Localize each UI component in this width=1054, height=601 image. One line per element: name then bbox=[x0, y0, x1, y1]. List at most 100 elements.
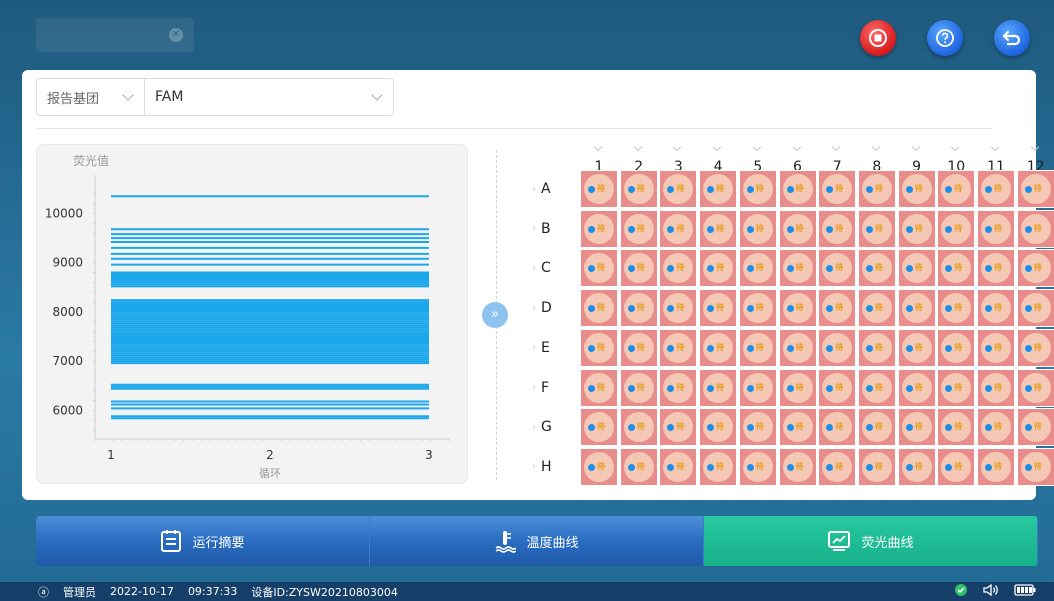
well[interactable]: 待 bbox=[699, 249, 738, 288]
well[interactable]: 待 bbox=[1016, 368, 1054, 407]
well[interactable]: 待 bbox=[857, 289, 896, 328]
row-header[interactable]: › A bbox=[532, 170, 572, 208]
expand-toggle-icon[interactable]: » bbox=[482, 302, 508, 328]
well[interactable]: 待 bbox=[659, 249, 698, 288]
well[interactable]: 待 bbox=[619, 170, 658, 208]
well[interactable]: 待 bbox=[1016, 209, 1054, 248]
well[interactable]: 待 bbox=[818, 170, 857, 208]
well[interactable]: 待 bbox=[1016, 249, 1054, 288]
well[interactable]: 待 bbox=[580, 408, 618, 447]
well[interactable]: 待 bbox=[897, 209, 936, 248]
well[interactable]: 待 bbox=[778, 289, 817, 328]
well[interactable]: 待 bbox=[580, 328, 618, 367]
well[interactable]: 待 bbox=[738, 289, 777, 328]
well[interactable]: 待 bbox=[937, 249, 976, 288]
row-header[interactable]: › C bbox=[532, 249, 572, 287]
well[interactable]: 待 bbox=[580, 447, 618, 486]
well[interactable]: 待 bbox=[619, 408, 658, 447]
well[interactable]: 待 bbox=[857, 328, 896, 367]
reporter-group-dropdown[interactable]: 报告基团 bbox=[37, 79, 145, 115]
well[interactable]: 待 bbox=[897, 170, 936, 208]
well[interactable]: 待 bbox=[1016, 447, 1054, 486]
tab-run-summary[interactable]: 运行摘要 bbox=[36, 516, 370, 566]
row-header[interactable]: › F bbox=[532, 369, 572, 407]
well[interactable]: 待 bbox=[778, 249, 817, 288]
row-header[interactable]: › E bbox=[532, 329, 572, 367]
well[interactable]: 待 bbox=[699, 368, 738, 407]
well[interactable]: 待 bbox=[977, 249, 1015, 288]
well[interactable]: 待 bbox=[897, 408, 936, 447]
well[interactable]: 待 bbox=[659, 289, 698, 328]
well[interactable]: 待 bbox=[897, 368, 936, 407]
tab-fluorescence-curve[interactable]: 荧光曲线 bbox=[704, 516, 1038, 566]
well[interactable]: 待 bbox=[738, 368, 777, 407]
well[interactable]: 待 bbox=[937, 209, 976, 248]
well[interactable]: 待 bbox=[580, 289, 618, 328]
well[interactable]: 待 bbox=[937, 408, 976, 447]
row-header[interactable]: › H bbox=[532, 448, 572, 486]
well[interactable]: 待 bbox=[1016, 408, 1054, 447]
well[interactable]: 待 bbox=[897, 249, 936, 288]
back-button[interactable] bbox=[994, 20, 1030, 56]
well[interactable]: 待 bbox=[659, 209, 698, 248]
well[interactable]: 待 bbox=[818, 368, 857, 407]
well[interactable]: 待 bbox=[977, 368, 1015, 407]
well[interactable]: 待 bbox=[619, 447, 658, 486]
well[interactable]: 待 bbox=[937, 289, 976, 328]
row-header[interactable]: › G bbox=[532, 408, 572, 446]
well[interactable]: 待 bbox=[977, 170, 1015, 208]
well[interactable]: 待 bbox=[977, 328, 1015, 367]
stop-button[interactable] bbox=[860, 20, 896, 56]
well[interactable]: 待 bbox=[738, 170, 777, 208]
well[interactable]: 待 bbox=[778, 368, 817, 407]
well[interactable]: 待 bbox=[857, 447, 896, 486]
well[interactable]: 待 bbox=[659, 328, 698, 367]
well[interactable]: 待 bbox=[937, 447, 976, 486]
well[interactable]: 待 bbox=[699, 209, 738, 248]
well[interactable]: 待 bbox=[1016, 170, 1054, 208]
well[interactable]: 待 bbox=[619, 289, 658, 328]
well[interactable]: 待 bbox=[699, 447, 738, 486]
well[interactable]: 待 bbox=[937, 368, 976, 407]
well[interactable]: 待 bbox=[857, 170, 896, 208]
well[interactable]: 待 bbox=[778, 408, 817, 447]
well[interactable]: 待 bbox=[659, 170, 698, 208]
well[interactable]: 待 bbox=[977, 447, 1015, 486]
well[interactable]: 待 bbox=[619, 249, 658, 288]
well[interactable]: 待 bbox=[778, 328, 817, 367]
well[interactable]: 待 bbox=[818, 209, 857, 248]
well[interactable]: 待 bbox=[977, 289, 1015, 328]
well[interactable]: 待 bbox=[659, 368, 698, 407]
well[interactable]: 待 bbox=[897, 447, 936, 486]
well[interactable]: 待 bbox=[778, 170, 817, 208]
well[interactable]: 待 bbox=[619, 209, 658, 248]
well[interactable]: 待 bbox=[699, 289, 738, 328]
close-tab-icon[interactable]: ✕ bbox=[169, 28, 183, 42]
tab-temperature-curve[interactable]: 温度曲线 bbox=[370, 516, 704, 566]
well[interactable]: 待 bbox=[778, 447, 817, 486]
well[interactable]: 待 bbox=[897, 328, 936, 367]
well[interactable]: 待 bbox=[818, 447, 857, 486]
well[interactable]: 待 bbox=[977, 408, 1015, 447]
well[interactable]: 待 bbox=[619, 368, 658, 407]
well[interactable]: 待 bbox=[857, 249, 896, 288]
well[interactable]: 待 bbox=[580, 368, 618, 407]
well[interactable]: 待 bbox=[699, 170, 738, 208]
well[interactable]: 待 bbox=[818, 289, 857, 328]
well[interactable]: 待 bbox=[857, 209, 896, 248]
well[interactable]: 待 bbox=[897, 289, 936, 328]
well[interactable]: 待 bbox=[857, 408, 896, 447]
well[interactable]: 待 bbox=[580, 249, 618, 288]
row-header[interactable]: › D bbox=[532, 289, 572, 327]
well[interactable]: 待 bbox=[699, 328, 738, 367]
well[interactable]: 待 bbox=[659, 408, 698, 447]
help-button[interactable] bbox=[927, 20, 963, 56]
well[interactable]: 待 bbox=[818, 408, 857, 447]
well[interactable]: 待 bbox=[738, 408, 777, 447]
well[interactable]: 待 bbox=[818, 328, 857, 367]
well[interactable]: 待 bbox=[580, 209, 618, 248]
well[interactable]: 待 bbox=[619, 328, 658, 367]
well[interactable]: 待 bbox=[818, 249, 857, 288]
row-header[interactable]: › B bbox=[532, 210, 572, 248]
well[interactable]: 待 bbox=[738, 328, 777, 367]
